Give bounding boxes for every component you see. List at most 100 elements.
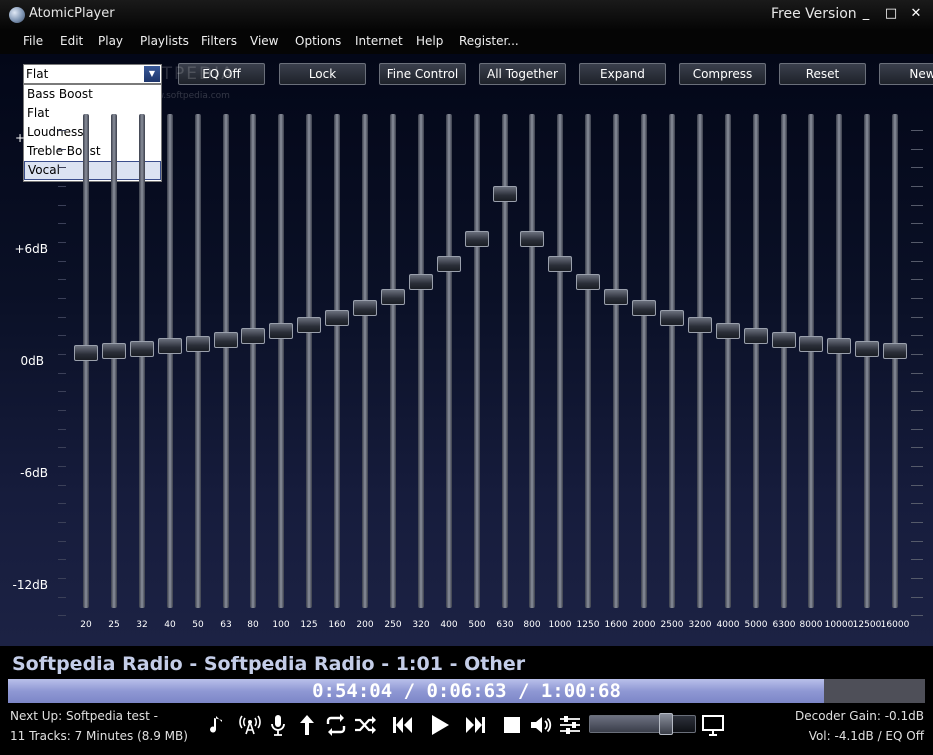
dropdown-arrow-icon[interactable]: ▼ <box>144 66 160 82</box>
all-together-button[interactable]: All Together <box>479 63 566 85</box>
eq-slider-track-125[interactable] <box>306 114 312 608</box>
eq-slider-thumb-800[interactable] <box>520 231 544 247</box>
eq-slider-track-1000[interactable] <box>557 114 563 608</box>
eq-slider-track-1250[interactable] <box>585 114 591 608</box>
eq-slider-thumb-250[interactable] <box>381 289 405 305</box>
title-bar[interactable]: AtomicPlayer Free Version _ □ ✕ <box>0 0 933 30</box>
eq-slider-track-16000[interactable] <box>892 114 898 608</box>
menu-filters[interactable]: Filters <box>201 34 237 48</box>
eq-slider-track-3200[interactable] <box>697 114 703 608</box>
eq-slider-thumb-320[interactable] <box>409 274 433 290</box>
eq-slider-track-4000[interactable] <box>725 114 731 608</box>
new-button[interactable]: New <box>879 63 933 85</box>
eq-slider-thumb-2500[interactable] <box>660 310 684 326</box>
eq-slider-thumb-160[interactable] <box>325 310 349 326</box>
eq-slider-thumb-500[interactable] <box>465 231 489 247</box>
eq-slider-thumb-63[interactable] <box>214 332 238 348</box>
eq-slider-track-40[interactable] <box>167 114 173 608</box>
preset-option-bass-boost[interactable]: Bass Boost <box>24 85 161 104</box>
scale-tick <box>911 372 923 374</box>
eq-slider-thumb-2000[interactable] <box>632 300 656 316</box>
eq-slider-track-2000[interactable] <box>641 114 647 608</box>
eq-slider-track-80[interactable] <box>250 114 256 608</box>
eq-slider-track-63[interactable] <box>223 114 229 608</box>
eq-slider-thumb-80[interactable] <box>241 328 265 344</box>
eq-slider-track-1600[interactable] <box>613 114 619 608</box>
menu-help[interactable]: Help <box>416 34 443 48</box>
minimize-button[interactable]: _ <box>855 4 877 24</box>
menu-edit[interactable]: Edit <box>60 34 83 48</box>
play-icon[interactable] <box>426 712 452 738</box>
eq-slider-thumb-1600[interactable] <box>604 289 628 305</box>
up-arrow-icon[interactable] <box>294 712 320 738</box>
music-note-icon[interactable] <box>206 712 232 738</box>
maximize-button[interactable]: □ <box>880 4 902 24</box>
fine-control-button[interactable]: Fine Control <box>379 63 466 85</box>
eq-slider-track-12500[interactable] <box>864 114 870 608</box>
previous-track-icon[interactable] <box>389 712 415 738</box>
eq-slider-track-800[interactable] <box>529 114 535 608</box>
speaker-icon[interactable] <box>527 712 553 738</box>
eq-slider-thumb-1250[interactable] <box>576 274 600 290</box>
eq-slider-track-50[interactable] <box>195 114 201 608</box>
menu-file[interactable]: File <box>23 34 43 48</box>
eq-slider-track-200[interactable] <box>362 114 368 608</box>
menu-options[interactable]: Options <box>295 34 341 48</box>
close-button[interactable]: ✕ <box>905 4 927 24</box>
eq-slider-track-100[interactable] <box>278 114 284 608</box>
expand-button[interactable]: Expand <box>579 63 666 85</box>
eq-slider-track-400[interactable] <box>446 114 452 608</box>
lock-button[interactable]: Lock <box>279 63 366 85</box>
eq-slider-track-2500[interactable] <box>669 114 675 608</box>
menu-internet[interactable]: Internet <box>355 34 403 48</box>
preset-dropdown[interactable]: Flat ▼ <box>23 64 162 84</box>
eq-slider-thumb-25[interactable] <box>102 343 126 359</box>
stop-icon[interactable] <box>499 712 525 738</box>
eq-slider-thumb-6300[interactable] <box>772 332 796 348</box>
eq-slider-thumb-3200[interactable] <box>688 317 712 333</box>
eq-slider-track-5000[interactable] <box>753 114 759 608</box>
eq-slider-track-6300[interactable] <box>781 114 787 608</box>
shuffle-icon[interactable] <box>352 712 378 738</box>
eq-slider-track-20[interactable] <box>83 114 89 608</box>
eq-slider-thumb-200[interactable] <box>353 300 377 316</box>
eq-slider-thumb-4000[interactable] <box>716 323 740 339</box>
eq-slider-thumb-10000[interactable] <box>827 338 851 354</box>
eq-slider-track-32[interactable] <box>139 114 145 608</box>
eq-slider-track-500[interactable] <box>474 114 480 608</box>
eq-slider-track-160[interactable] <box>334 114 340 608</box>
reset-button[interactable]: Reset <box>779 63 866 85</box>
next-track-icon[interactable] <box>463 712 489 738</box>
eq-slider-thumb-125[interactable] <box>297 317 321 333</box>
eq-slider-track-8000[interactable] <box>808 114 814 608</box>
menu-playlists[interactable]: Playlists <box>140 34 189 48</box>
eq-slider-thumb-50[interactable] <box>186 336 210 352</box>
radio-tower-icon[interactable] <box>237 712 263 738</box>
eq-slider-track-10000[interactable] <box>836 114 842 608</box>
eq-slider-thumb-16000[interactable] <box>883 343 907 359</box>
menu-play[interactable]: Play <box>98 34 123 48</box>
menu-view[interactable]: View <box>250 34 278 48</box>
eq-slider-thumb-12500[interactable] <box>855 341 879 357</box>
eq-slider-thumb-32[interactable] <box>130 341 154 357</box>
menu-register[interactable]: Register... <box>459 34 519 48</box>
repeat-icon[interactable] <box>323 712 349 738</box>
eq-slider-thumb-40[interactable] <box>158 338 182 354</box>
seek-bar[interactable]: 0:54:04 / 0:06:63 / 1:00:68 <box>8 679 925 703</box>
eq-slider-track-250[interactable] <box>390 114 396 608</box>
eq-slider-thumb-5000[interactable] <box>744 328 768 344</box>
microphone-icon[interactable] <box>265 712 291 738</box>
equalizer-icon[interactable] <box>557 712 583 738</box>
volume-slider[interactable] <box>589 713 696 735</box>
eq-slider-thumb-400[interactable] <box>437 256 461 272</box>
volume-slider-thumb[interactable] <box>658 713 673 735</box>
monitor-icon[interactable] <box>700 712 726 738</box>
eq-slider-thumb-630[interactable] <box>493 186 517 202</box>
eq-slider-thumb-20[interactable] <box>74 345 98 361</box>
compress-button[interactable]: Compress <box>679 63 766 85</box>
eq-slider-thumb-1000[interactable] <box>548 256 572 272</box>
eq-slider-thumb-100[interactable] <box>269 323 293 339</box>
eq-slider-track-320[interactable] <box>418 114 424 608</box>
eq-slider-thumb-8000[interactable] <box>799 336 823 352</box>
eq-slider-track-25[interactable] <box>111 114 117 608</box>
